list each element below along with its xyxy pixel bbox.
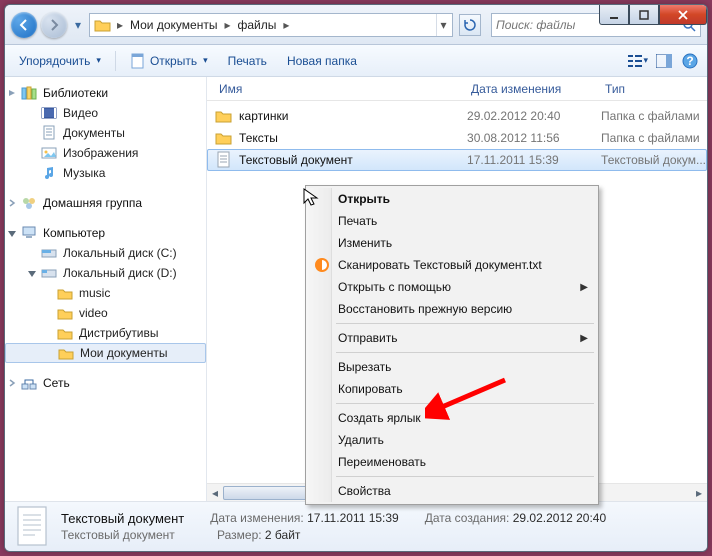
nav-drive-d[interactable]: Локальный диск (D:) [5,263,206,283]
ctx-edit[interactable]: Изменить [308,232,596,254]
status-title: Текстовый документ [61,511,184,526]
chevron-right-icon[interactable]: ▸ [221,18,233,32]
submenu-arrow-icon: ▶ [580,282,588,293]
nav-drive-c[interactable]: Локальный диск (C:) [5,243,206,263]
scroll-right-button[interactable]: ▸ [691,484,707,502]
ctx-delete[interactable]: Удалить [308,429,596,451]
nav-homegroup[interactable]: Домашняя группа [5,193,206,213]
ctx-open[interactable]: Открыть [308,188,596,210]
nav-folder-distr[interactable]: Дистрибутивы [5,323,206,343]
folder-icon [215,107,233,125]
ctx-scan[interactable]: Сканировать Текстовый документ.txt [308,254,596,276]
submenu-arrow-icon: ▶ [580,333,588,344]
avast-icon [314,257,330,273]
nav-libraries[interactable]: Библиотеки [5,83,206,103]
folder-icon [215,129,233,147]
breadcrumb-dropdown[interactable]: ▾ [436,14,450,36]
drive-icon [41,265,57,281]
new-folder-button[interactable]: Новая папка [279,51,365,71]
nav-network[interactable]: Сеть [5,373,206,393]
ctx-cut[interactable]: Вырезать [308,356,596,378]
music-icon [41,165,57,181]
column-headers: Имя Дата изменения Тип [207,77,707,101]
forward-button[interactable] [41,12,67,38]
navigation-pane[interactable]: Библиотеки Видео Документы Изображения М… [5,77,207,501]
nav-folder-mydocs[interactable]: Мои документы [5,343,206,363]
scroll-left-button[interactable]: ◂ [207,484,223,502]
open-menu[interactable]: Открыть [122,50,216,72]
folder-icon [58,345,74,361]
close-button[interactable] [659,5,707,25]
drive-icon [41,245,57,261]
nav-folder-music[interactable]: music [5,283,206,303]
toolbar: Упорядочить Открыть Печать Новая папка ▾… [5,45,707,77]
ctx-create-shortcut[interactable]: Создать ярлык [308,407,596,429]
folder-icon [94,16,112,34]
video-icon [41,105,57,121]
view-menu[interactable]: ▾ [627,50,649,72]
open-label: Открыть [150,54,197,68]
window-controls [599,5,707,25]
breadcrumb-item[interactable]: файлы [233,18,280,32]
back-button[interactable] [11,12,37,38]
chevron-right-icon[interactable]: ▸ [114,18,126,32]
nav-music[interactable]: Музыка [5,163,206,183]
network-icon [21,375,37,391]
ctx-send-to[interactable]: Отправить▶ [308,327,596,349]
nav-computer[interactable]: Компьютер [5,223,206,243]
list-item[interactable]: картинки 29.02.2012 20:40 Папка с файлам… [207,105,707,127]
documents-icon [41,125,57,141]
print-button[interactable]: Печать [220,51,275,71]
column-date[interactable]: Дата изменения [467,82,601,96]
folder-icon [57,285,73,301]
organize-menu[interactable]: Упорядочить [11,51,109,71]
ctx-print[interactable]: Печать [308,210,596,232]
list-item-selected[interactable]: Текстовый документ 17.11.2011 15:39 Текс… [207,149,707,171]
explorer-window: ▾ ▸ Мои документы ▸ файлы ▸ ▾ Упорядочит… [4,4,708,552]
minimize-button[interactable] [599,5,629,25]
nav-images[interactable]: Изображения [5,143,206,163]
maximize-button[interactable] [629,5,659,25]
ctx-properties[interactable]: Свойства [308,480,596,502]
chevron-right-icon[interactable]: ▸ [280,18,292,32]
list-item[interactable]: Тексты 30.08.2012 11:56 Папка с файлами [207,127,707,149]
ctx-rename[interactable]: Переименовать [308,451,596,473]
breadcrumb[interactable]: ▸ Мои документы ▸ файлы ▸ ▾ [89,13,453,37]
txt-file-icon [15,505,51,549]
homegroup-icon [21,195,37,211]
txt-file-icon [215,151,233,169]
refresh-button[interactable] [459,14,481,36]
ctx-restore[interactable]: Восстановить прежную версию [308,298,596,320]
breadcrumb-item[interactable]: Мои документы [126,18,221,32]
svg-text:?: ? [686,54,693,68]
nav-history-dropdown[interactable]: ▾ [71,12,85,38]
status-subtitle: Текстовый документ [61,528,191,542]
images-icon [41,145,57,161]
details-pane: Текстовый документ Дата изменения: 17.11… [5,501,707,551]
preview-pane-button[interactable] [653,50,675,72]
help-button[interactable]: ? [679,50,701,72]
computer-icon [21,225,37,241]
libraries-icon [21,85,37,101]
context-menu: Открыть Печать Изменить Сканировать Текс… [305,185,599,505]
folder-icon [57,305,73,321]
ctx-open-with[interactable]: Открыть с помощью▶ [308,276,596,298]
folder-icon [57,325,73,341]
ctx-copy[interactable]: Копировать [308,378,596,400]
column-type[interactable]: Тип [601,82,707,96]
nav-documents[interactable]: Документы [5,123,206,143]
nav-folder-video[interactable]: video [5,303,206,323]
notepad-icon [130,53,146,69]
column-name[interactable]: Имя [215,82,467,96]
nav-video[interactable]: Видео [5,103,206,123]
